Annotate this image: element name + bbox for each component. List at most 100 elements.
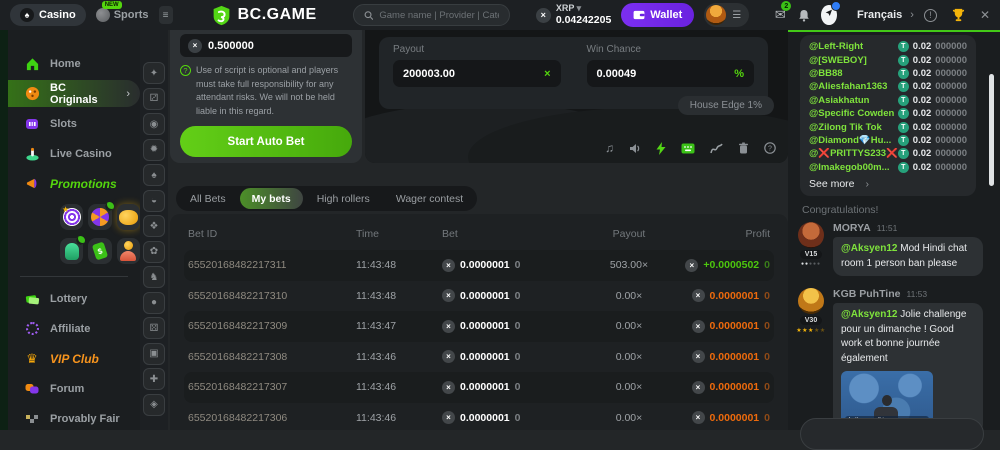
game-search[interactable]: [353, 4, 510, 26]
game-icon[interactable]: ◈: [143, 394, 165, 416]
promo-piggy-icon[interactable]: [117, 204, 140, 230]
close-icon[interactable]: ✕: [980, 8, 990, 22]
tab-high-rollers[interactable]: High rollers: [305, 188, 382, 209]
user-avatar[interactable]: [798, 222, 824, 248]
payout-input[interactable]: 200003.00 ×: [393, 60, 561, 87]
sound-icon[interactable]: [629, 143, 641, 154]
tab-all-bets[interactable]: All Bets: [178, 188, 238, 209]
menu-button[interactable]: ≡: [159, 6, 173, 24]
help-icon[interactable]: ?: [764, 142, 776, 154]
rain-username[interactable]: @Specific Cowden: [809, 108, 894, 119]
sports-toggle[interactable]: NEW Sports: [96, 8, 149, 22]
trash-icon[interactable]: [738, 142, 749, 154]
currency-label: XRP: [556, 3, 574, 13]
game-icon[interactable]: ✿: [143, 241, 165, 263]
chat-input[interactable]: [800, 418, 984, 450]
rain-username[interactable]: @❌PRITTYS233❌: [809, 148, 898, 159]
xrp-coin-icon: ×: [442, 350, 455, 363]
chat-rules-button[interactable]: !: [924, 9, 937, 22]
sidebar-item-home[interactable]: Home: [8, 50, 140, 77]
game-icon[interactable]: ◉: [143, 113, 165, 135]
wallet-icon: [633, 10, 645, 20]
game-icon[interactable]: ❖: [143, 215, 165, 237]
xrp-coin-icon: ×: [188, 39, 202, 53]
sidebar-item-forum[interactable]: Forum: [8, 375, 140, 402]
profile-menu[interactable]: ☰: [704, 3, 749, 27]
rain-username[interactable]: @Imakegob00m...: [809, 162, 890, 173]
mention-link[interactable]: @Aksyen12: [841, 243, 897, 254]
tab-my-bets[interactable]: My bets: [240, 188, 303, 209]
win-chance-value: 0.00049: [597, 68, 637, 80]
language-selector[interactable]: Français ›: [857, 9, 914, 21]
turbo-icon[interactable]: [656, 142, 666, 155]
game-icon[interactable]: ⚄: [143, 317, 165, 339]
trophy-icon[interactable]: [951, 8, 966, 22]
game-toolbar: ♫ ?: [605, 141, 776, 155]
see-more-link[interactable]: See more ›: [809, 178, 967, 190]
rain-username[interactable]: @Zilong Tik Tok: [809, 122, 882, 133]
sidebar-item-provably-fair[interactable]: Provably Fair: [8, 405, 140, 430]
user-avatar[interactable]: [798, 288, 824, 314]
trends-icon[interactable]: [710, 143, 723, 154]
table-row[interactable]: 65520168482217310 11:43:48 × 0.00000010 …: [184, 281, 774, 312]
game-icon[interactable]: ▣: [143, 343, 165, 365]
game-icon[interactable]: ●: [143, 292, 165, 314]
sidebar-item-affiliate[interactable]: Affiliate: [8, 315, 140, 342]
table-row[interactable]: 65520168482217307 11:43:46 × 0.00000010 …: [184, 372, 774, 403]
promo-wheel-icon[interactable]: [88, 204, 111, 230]
hotkeys-icon[interactable]: [681, 143, 695, 154]
game-icon[interactable]: ⚂: [143, 88, 165, 110]
game-icon[interactable]: ✦: [143, 62, 165, 84]
notifications-button[interactable]: [797, 6, 811, 24]
sidebar-item-live-casino[interactable]: Live Casino: [8, 140, 140, 167]
rain-username[interactable]: @Aliesfahan1363: [809, 81, 887, 92]
rain-amount: 0.02: [913, 68, 932, 79]
tab-wager-contest[interactable]: Wager contest: [384, 188, 475, 209]
inbox-button[interactable]: ✉2: [773, 6, 787, 24]
game-icon[interactable]: ✚: [143, 368, 165, 390]
bcgame-logo[interactable]: BC.GAME: [211, 5, 317, 26]
table-row[interactable]: 65520168482217306 11:43:46 × 0.00000010 …: [184, 403, 774, 431]
xrp-coin-icon: ×: [442, 320, 455, 333]
col-bet: Bet: [442, 228, 578, 240]
table-row[interactable]: 65520168482217309 11:43:47 × 0.00000010 …: [184, 311, 774, 342]
game-icon[interactable]: ◒: [143, 190, 165, 212]
game-icon[interactable]: ♞: [143, 266, 165, 288]
bet-id: 65520168482217311: [188, 259, 356, 271]
casino-toggle[interactable]: ♠ Casino: [10, 4, 86, 26]
mention-link[interactable]: @Aksyen12: [841, 309, 897, 320]
sidebar-item-promotions[interactable]: Promotions: [8, 170, 140, 197]
promo-spin-icon[interactable]: ★: [60, 204, 83, 230]
game-icon[interactable]: ♠: [143, 164, 165, 186]
win-chance-input[interactable]: 0.00049 %: [587, 60, 755, 87]
start-auto-bet-button[interactable]: Start Auto Bet: [180, 126, 352, 157]
music-icon[interactable]: ♫: [605, 141, 614, 155]
bet-profit: 0.0000001: [710, 320, 760, 332]
wallet-button[interactable]: Wallet: [621, 3, 694, 27]
promo-money-tag-icon[interactable]: $: [88, 238, 111, 264]
rain-username[interactable]: @BB88: [809, 68, 843, 79]
balance-selector[interactable]: × XRP ▾ 0.04242205: [536, 4, 611, 26]
table-row[interactable]: 65520168482217311 11:43:48 × 0.00000010 …: [184, 250, 774, 281]
table-row[interactable]: 65520168482217308 11:43:46 × 0.00000010 …: [184, 342, 774, 373]
chat-toggle-button[interactable]: [821, 5, 837, 25]
game-icon[interactable]: ✹: [143, 139, 165, 161]
rain-username[interactable]: @Diamond💎Hu...: [809, 135, 891, 146]
payout-label: Payout: [393, 44, 561, 55]
sidebar-item-slots[interactable]: Slots: [8, 110, 140, 137]
rain-amount: 0.02: [913, 162, 932, 173]
rain-username[interactable]: @[SWEBOY]: [809, 55, 867, 66]
sidebar-item-bc-originals[interactable]: BC Originals ›: [8, 80, 140, 107]
bets-tabs: All Bets My bets High rollers Wager cont…: [176, 186, 477, 211]
rain-username[interactable]: @Left-Right: [809, 41, 863, 52]
sidebar-item-vip-club[interactable]: ♛ VIP Club: [8, 345, 140, 372]
promo-coin-drop-icon[interactable]: [117, 238, 140, 264]
sidebar-item-lottery[interactable]: Lottery: [8, 285, 140, 312]
promo-rocket-icon[interactable]: [60, 238, 83, 264]
search-input[interactable]: [379, 10, 498, 21]
rain-username[interactable]: @Asiakhatun: [809, 95, 869, 106]
chat-message: V15 ●●●●● MORYA 11:51 @Aksyen12 Mod Hind…: [796, 222, 983, 276]
bet-amount-input[interactable]: × 0.500000: [180, 34, 352, 57]
chat-scrollbar[interactable]: [989, 74, 994, 186]
rain-amount: 0.02: [913, 81, 932, 92]
